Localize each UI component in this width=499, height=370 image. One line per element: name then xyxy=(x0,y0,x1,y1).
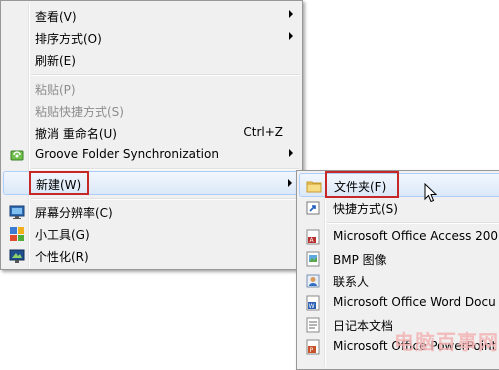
menu-item-paste: 粘贴(P) xyxy=(3,78,300,100)
svg-text:P: P xyxy=(310,347,314,354)
menu-item-undo-rename[interactable]: 撤消 重命名(U) Ctrl+Z xyxy=(3,122,300,144)
submenu-item-contact[interactable]: 联系人 xyxy=(299,270,499,292)
menu-item-label: 查看(V) xyxy=(35,10,77,24)
monitor-icon xyxy=(9,205,25,219)
menu-item-label: 屏幕分辨率(C) xyxy=(35,206,113,220)
menu-item-view[interactable]: 查看(V) xyxy=(3,5,300,27)
menu-item-personalize[interactable]: 个性化(R) xyxy=(3,245,300,267)
menu-item-label: 粘贴快捷方式(S) xyxy=(35,105,124,119)
personalize-icon xyxy=(9,249,25,263)
submenu-item-bmp[interactable]: BMP 图像 xyxy=(299,248,499,270)
svg-text:W: W xyxy=(309,303,315,310)
menu-separator xyxy=(31,74,299,76)
bmp-icon xyxy=(306,251,320,267)
menu-item-label: 快捷方式(S) xyxy=(333,202,398,216)
submenu-arrow-icon xyxy=(289,149,293,157)
submenu-item-word[interactable]: W Microsoft Office Word Docu xyxy=(299,292,499,314)
folder-icon xyxy=(306,181,322,193)
submenu-arrow-icon xyxy=(288,179,292,187)
menu-item-label: 撤消 重命名(U) xyxy=(35,127,117,141)
menu-item-sort-by[interactable]: 排序方式(O) xyxy=(3,27,300,49)
shortcut-text: Ctrl+Z xyxy=(243,125,283,139)
menu-item-label: 日记本文档 xyxy=(333,319,394,333)
menu-item-label: Microsoft Office Word Docu xyxy=(333,295,496,309)
gadgets-icon xyxy=(10,227,24,241)
menu-item-label: 排序方式(O) xyxy=(35,32,102,46)
menu-item-label: 个性化(R) xyxy=(35,250,89,264)
watermark: 电脑百事网 xyxy=(394,330,499,354)
journal-icon xyxy=(306,317,320,333)
menu-item-label: BMP 图像 xyxy=(333,253,387,267)
annotation-box-folder xyxy=(325,171,399,198)
menu-separator xyxy=(31,198,299,200)
submenu-arrow-icon xyxy=(289,10,293,18)
menu-item-label: 小工具(G) xyxy=(35,228,90,242)
submenu-item-access[interactable]: A Microsoft Office Access 2007 xyxy=(299,226,499,248)
menu-item-refresh[interactable]: 刷新(E) xyxy=(3,49,300,71)
word-icon: W xyxy=(306,295,320,311)
menu-item-label: 联系人 xyxy=(333,275,370,289)
menu-item-label: Groove Folder Synchronization xyxy=(35,147,219,161)
menu-item-paste-shortcut: 粘贴快捷方式(S) xyxy=(3,100,300,122)
menu-separator xyxy=(31,168,299,170)
menu-item-screen-resolution[interactable]: 屏幕分辨率(C) xyxy=(3,201,300,223)
powerpoint-icon: P xyxy=(306,339,320,355)
shortcut-icon xyxy=(306,201,320,215)
mouse-cursor-icon xyxy=(424,183,438,203)
new-submenu: 文件夹(F) 快捷方式(S) A Microsoft Office Access… xyxy=(296,170,499,370)
submenu-arrow-icon xyxy=(289,32,293,40)
menu-item-label: 刷新(E) xyxy=(35,54,76,68)
menu-item-gadgets[interactable]: 小工具(G) xyxy=(3,223,300,245)
submenu-item-shortcut[interactable]: 快捷方式(S) xyxy=(299,197,499,219)
contact-icon xyxy=(306,274,320,288)
annotation-box-new xyxy=(29,171,89,195)
access-icon: A xyxy=(306,229,320,245)
menu-item-label: 粘贴(P) xyxy=(35,83,76,97)
menu-item-label: Microsoft Office Access 2007 xyxy=(333,229,499,243)
menu-separator xyxy=(327,222,499,224)
menu-item-groove-sync[interactable]: Groove Folder Synchronization xyxy=(3,144,300,166)
desktop-context-menu: 查看(V) 排序方式(O) 刷新(E) 粘贴(P) 粘贴快捷方式(S) 撤消 重… xyxy=(0,0,303,270)
groove-sync-icon xyxy=(10,150,24,161)
